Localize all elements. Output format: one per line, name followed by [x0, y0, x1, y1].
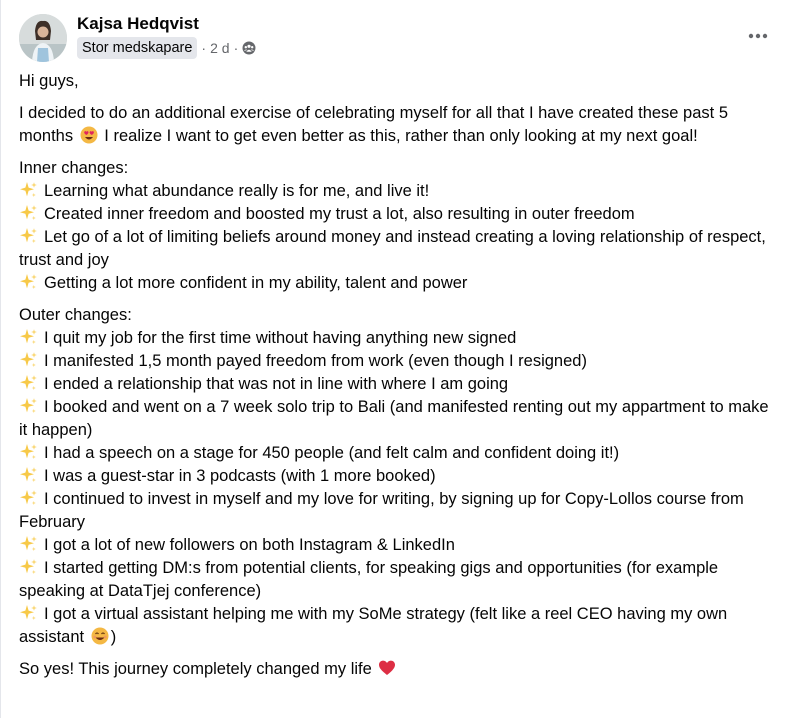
inner-changes-heading: Inner changes: — [19, 159, 129, 177]
list-item-text: Learning what abundance really is for me… — [44, 182, 430, 200]
sparkles-icon — [19, 397, 38, 415]
outer-changes-list: I quit my job for the first time without… — [19, 327, 776, 649]
red-heart-emoji-icon — [378, 659, 396, 677]
sparkles-icon — [19, 374, 38, 392]
outer-changes-heading: Outer changes: — [19, 306, 132, 324]
list-item: I booked and went on a 7 week solo trip … — [19, 396, 776, 442]
avatar-image — [19, 14, 67, 62]
sparkles-icon — [19, 273, 38, 291]
list-item-closing-paren: ) — [110, 628, 117, 646]
list-item-text: I was a guest-star in 3 podcasts (with 1… — [44, 467, 436, 485]
inner-changes-section: Inner changes: Learning what abundance r… — [19, 157, 776, 295]
closing-paragraph: So yes! This journey completely changed … — [19, 658, 776, 681]
list-item: I started getting DM:s from potential cl… — [19, 557, 776, 603]
smiling-emoji-icon — [91, 627, 109, 645]
more-horizontal-icon — [748, 33, 768, 39]
meta-separator: · — [233, 40, 239, 56]
list-item-text: I quit my job for the first time without… — [44, 329, 517, 347]
list-item: I got a lot of new followers on both Ins… — [19, 534, 776, 557]
list-item-text: I manifested 1,5 month payed freedom fro… — [44, 352, 587, 370]
intro-continued-text: I realize I want to get even better as t… — [104, 127, 698, 145]
list-item-text: I booked and went on a 7 week solo trip … — [19, 398, 769, 439]
list-item: Learning what abundance really is for me… — [19, 180, 776, 203]
list-item-text: I continued to invest in myself and my l… — [19, 490, 744, 531]
list-item: Getting a lot more confident in my abili… — [19, 272, 776, 295]
list-item: I continued to invest in myself and my l… — [19, 488, 776, 534]
sparkles-icon — [19, 535, 38, 553]
list-item: I ended a relationship that was not in l… — [19, 373, 776, 396]
inner-changes-list: Learning what abundance really is for me… — [19, 180, 776, 295]
sparkles-icon — [19, 227, 38, 245]
list-item-text: I ended a relationship that was not in l… — [44, 375, 509, 393]
intro-paragraph: I decided to do an additional exercise o… — [19, 102, 776, 148]
list-item: I had a speech on a stage for 450 people… — [19, 442, 776, 465]
list-item-text: Created inner freedom and boosted my tru… — [44, 205, 635, 223]
list-item-text: I got a lot of new followers on both Ins… — [44, 536, 455, 554]
closing-text: So yes! This journey completely changed … — [19, 660, 372, 678]
list-item: Created inner freedom and boosted my tru… — [19, 203, 776, 226]
sparkles-icon — [19, 181, 38, 199]
post-card: Kajsa Hedqvist Stor medskapare · 2 d · H… — [0, 0, 794, 718]
avatar[interactable] — [19, 14, 67, 62]
list-item-text: Let go of a lot of limiting beliefs arou… — [19, 228, 766, 269]
post-timestamp[interactable]: 2 d — [210, 40, 229, 56]
sparkles-icon — [19, 328, 38, 346]
list-item: Let go of a lot of limiting beliefs arou… — [19, 226, 776, 272]
member-badge[interactable]: Stor medskapare — [77, 37, 198, 59]
greeting-text: Hi guys, — [19, 72, 79, 90]
group-icon — [242, 41, 256, 55]
list-item: I got a virtual assistant helping me wit… — [19, 603, 776, 649]
author-name[interactable]: Kajsa Hedqvist — [77, 14, 199, 34]
more-options-button[interactable] — [740, 24, 776, 48]
post-header: Kajsa Hedqvist Stor medskapare · 2 d · — [19, 14, 776, 62]
sparkles-icon — [19, 443, 38, 461]
meta-separator: · — [201, 40, 207, 56]
post-body: Hi guys, I decided to do an additional e… — [19, 70, 776, 690]
sparkles-icon — [19, 604, 38, 622]
list-item: I was a guest-star in 3 podcasts (with 1… — [19, 465, 776, 488]
sparkles-icon — [19, 466, 38, 484]
sparkles-icon — [19, 558, 38, 576]
list-item-text: I had a speech on a stage for 450 people… — [44, 444, 620, 462]
sparkles-icon — [19, 204, 38, 222]
post-meta: Stor medskapare · 2 d · — [77, 37, 256, 59]
list-item-text: I got a virtual assistant helping me wit… — [19, 605, 728, 646]
sparkles-icon — [19, 351, 38, 369]
list-item: I manifested 1,5 month payed freedom fro… — [19, 350, 776, 373]
outer-changes-section: Outer changes: I quit my job for the fir… — [19, 304, 776, 649]
list-item-text: I started getting DM:s from potential cl… — [19, 559, 719, 600]
list-item: I quit my job for the first time without… — [19, 327, 776, 350]
heart-eyes-emoji-icon — [80, 126, 98, 144]
list-item-text: Getting a lot more confident in my abili… — [44, 274, 468, 292]
sparkles-icon — [19, 489, 38, 507]
